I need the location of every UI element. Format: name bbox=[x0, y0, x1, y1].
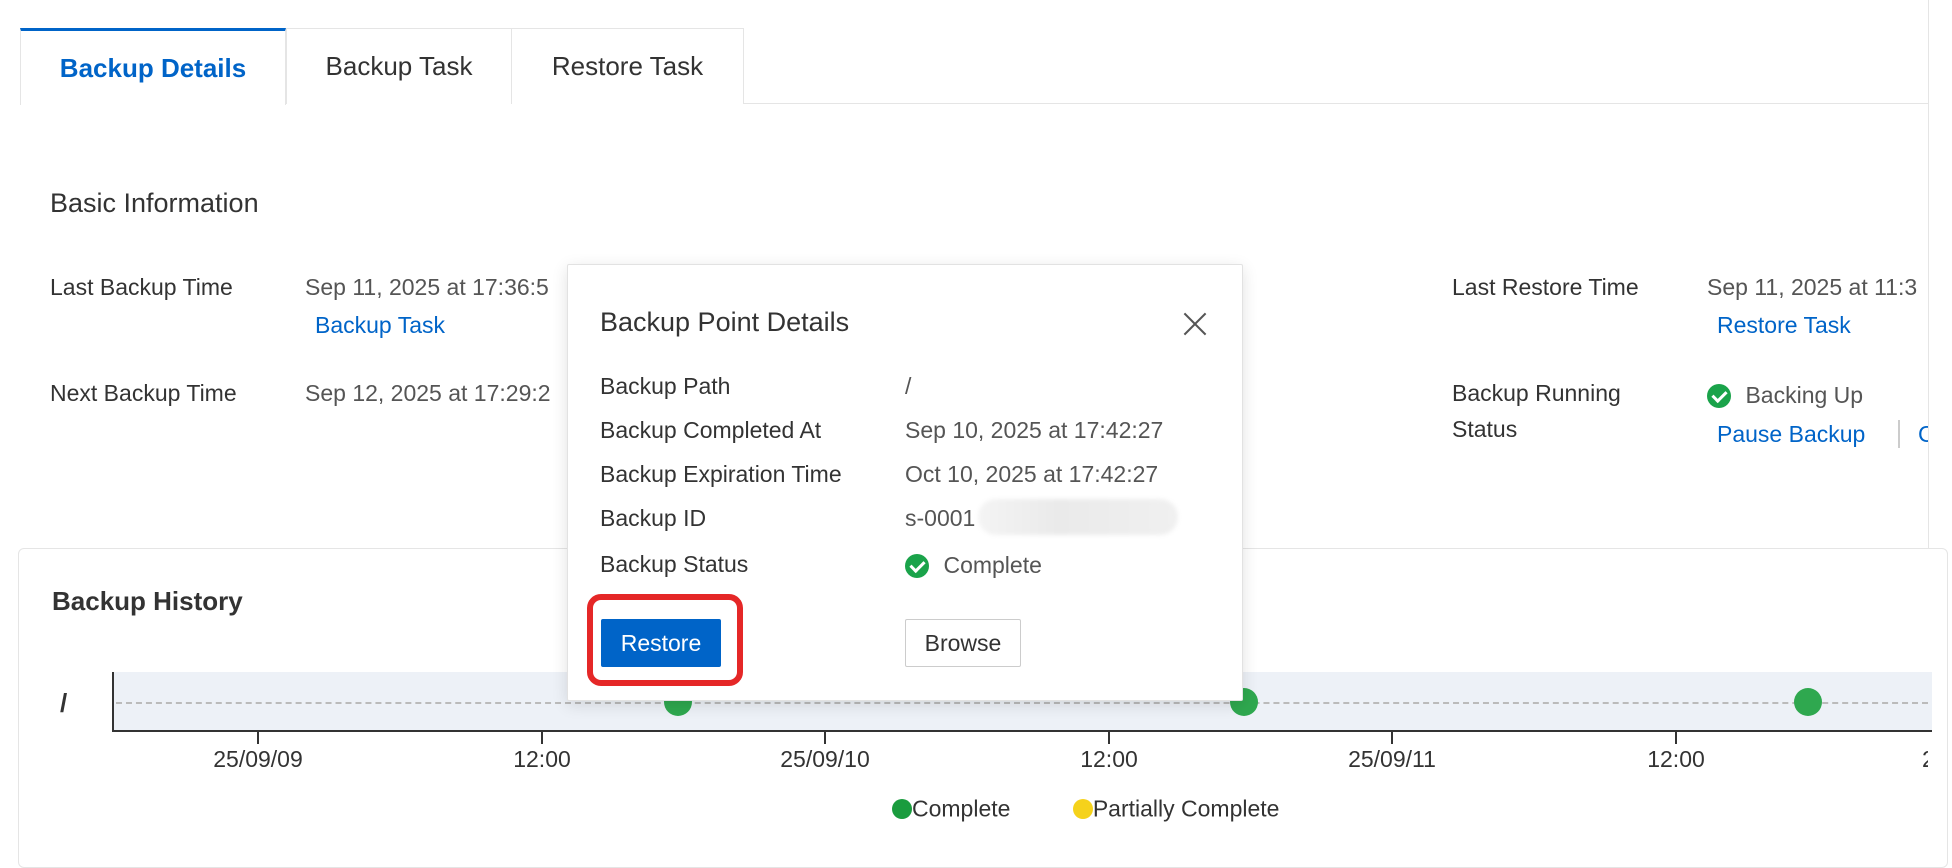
axis-tick bbox=[1675, 732, 1677, 744]
redacted-id-blur bbox=[978, 499, 1178, 535]
axis-tick bbox=[1391, 732, 1393, 744]
backup-task-link[interactable]: Backup Task bbox=[315, 312, 445, 339]
last-restore-time-value: Sep 11, 2025 at 11:3 bbox=[1707, 274, 1918, 300]
last-backup-time-label: Last Backup Time bbox=[50, 274, 233, 300]
restore-task-link[interactable]: Restore Task bbox=[1717, 312, 1851, 339]
legend-partial-dot bbox=[1072, 798, 1093, 819]
truncated-link[interactable]: C bbox=[1918, 421, 1928, 448]
last-restore-time-label: Last Restore Time bbox=[1452, 274, 1639, 300]
backup-id-value: s-0001 bbox=[905, 505, 976, 531]
backup-status-label: Backup Status bbox=[600, 551, 749, 577]
backup-expiration-value: Oct 10, 2025 at 17:42:27 bbox=[905, 461, 1159, 487]
timeline-row-label: / bbox=[60, 688, 68, 718]
axis-tick bbox=[541, 732, 543, 744]
next-backup-time-label: Next Backup Time bbox=[50, 380, 237, 406]
check-circle-icon bbox=[905, 553, 929, 578]
axis-label: 12:00 bbox=[1647, 746, 1705, 772]
axis-label: 12:00 bbox=[513, 746, 571, 772]
close-icon[interactable] bbox=[1180, 309, 1210, 339]
tab-restore-task[interactable]: Restore Task bbox=[511, 28, 744, 104]
timeline-dashed-line bbox=[116, 702, 1928, 704]
pause-backup-link[interactable]: Pause Backup bbox=[1717, 421, 1865, 448]
tab-bar: Backup Details Backup Task Restore Task bbox=[20, 28, 1928, 105]
backup-id-label: Backup ID bbox=[600, 505, 707, 531]
backup-history-title: Backup History bbox=[52, 586, 243, 616]
backup-status-text: Complete bbox=[943, 552, 1042, 578]
axis-label: 2 bbox=[1922, 746, 1928, 773]
tab-backup-details[interactable]: Backup Details bbox=[20, 28, 286, 105]
legend: Complete Partially Complete bbox=[892, 794, 1279, 822]
legend-complete-label: Complete bbox=[912, 795, 1011, 822]
backing-up-text: Backing Up bbox=[1745, 382, 1864, 408]
restore-button[interactable]: Restore bbox=[601, 619, 721, 667]
backup-completed-label: Backup Completed At bbox=[600, 417, 822, 443]
backup-path-label: Backup Path bbox=[600, 373, 731, 399]
backup-completed-value: Sep 10, 2025 at 17:42:27 bbox=[905, 417, 1164, 443]
backup-point-marker[interactable] bbox=[1794, 688, 1822, 716]
basic-information-title: Basic Information bbox=[50, 188, 259, 218]
backup-running-status-label-cont: Status bbox=[1452, 416, 1518, 442]
axis-label: 25/09/11 bbox=[1348, 746, 1436, 772]
axis-label: 25/09/10 bbox=[780, 746, 870, 772]
last-backup-time-value: Sep 11, 2025 at 17:36:5 bbox=[305, 274, 549, 300]
backup-expiration-label: Backup Expiration Time bbox=[600, 461, 842, 487]
tab-backup-task[interactable]: Backup Task bbox=[286, 28, 512, 104]
axis-tick bbox=[257, 732, 259, 744]
legend-partial-label: Partially Complete bbox=[1092, 795, 1280, 822]
backup-status-value: Complete bbox=[905, 552, 1042, 579]
axis-label: 12:00 bbox=[1080, 746, 1138, 772]
backing-up-status: Backing Up bbox=[1707, 382, 1863, 409]
backup-running-status-label: Backup Running bbox=[1452, 380, 1621, 406]
legend-complete-dot bbox=[892, 798, 912, 819]
axis-tick bbox=[1108, 732, 1110, 744]
axis-tick bbox=[824, 732, 826, 744]
backup-path-value: / bbox=[905, 373, 912, 399]
next-backup-time-value: Sep 12, 2025 at 17:29:2 bbox=[305, 380, 551, 406]
browse-button[interactable]: Browse bbox=[905, 619, 1021, 667]
link-divider bbox=[1898, 420, 1900, 448]
dialog-title: Backup Point Details bbox=[600, 307, 850, 337]
axis-label: 25/09/09 bbox=[213, 746, 303, 772]
backup-point-details-dialog: Backup Point Details Backup Path / Backu… bbox=[567, 264, 1243, 701]
check-circle-icon bbox=[1707, 383, 1731, 408]
